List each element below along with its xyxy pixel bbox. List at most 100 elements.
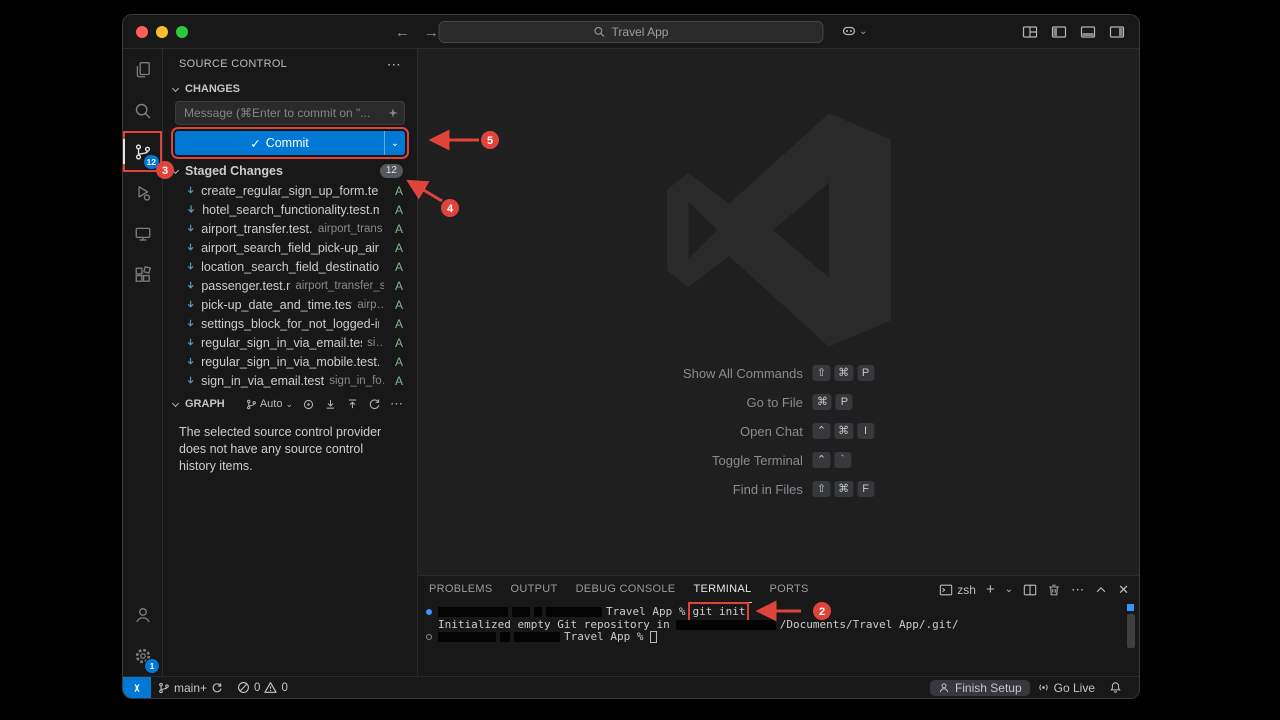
file-row[interactable]: create_regular_sign_up_form.test.md A (163, 181, 417, 200)
tab-debug-console[interactable]: DEBUG CONSOLE (575, 576, 677, 603)
activity-extensions[interactable] (123, 254, 162, 295)
commit-split-button: ✓ Commit ⌄ (175, 131, 405, 155)
new-terminal-icon[interactable]: + (986, 581, 995, 598)
file-row[interactable]: pick-up_date_and_time.test.md airp… A (163, 295, 417, 314)
more-actions-icon[interactable]: ⋯ (1071, 582, 1084, 598)
file-name: airport_transfer.test.md (201, 222, 313, 236)
branch-name: main+ (174, 681, 207, 695)
scrollbar-command-decoration (1127, 604, 1134, 611)
notifications-button[interactable] (1102, 681, 1129, 694)
tab-terminal[interactable]: TERMINAL (692, 576, 752, 603)
commit-button[interactable]: ✓ Commit (175, 131, 384, 155)
branch-status-item[interactable]: main+ (151, 677, 230, 698)
tab-problems[interactable]: PROBLEMS (428, 576, 494, 603)
push-icon[interactable] (346, 398, 359, 411)
activity-settings[interactable]: 1 (123, 635, 162, 676)
redacted-text (500, 632, 510, 642)
goto-current-commit-icon[interactable] (302, 398, 315, 411)
chevron-down-icon (172, 84, 179, 91)
git-status-letter: A (389, 374, 403, 388)
tab-output[interactable]: OUTPUT (510, 576, 559, 603)
toggle-secondary-sidebar-icon[interactable] (1109, 24, 1125, 40)
changes-section-label: CHANGES (185, 83, 240, 95)
maximize-panel-icon[interactable] (1094, 583, 1108, 597)
check-icon: ✓ (250, 136, 260, 151)
file-row[interactable]: settings_block_for_not_logged-in_u… A (163, 314, 417, 333)
forward-icon[interactable]: → (424, 24, 439, 41)
more-actions-icon[interactable]: ⋯ (387, 56, 401, 73)
error-count: 0 (254, 682, 260, 694)
chevron-down-icon: ⌄ (859, 26, 867, 37)
activity-explorer[interactable] (123, 49, 162, 90)
terminal-profile[interactable]: zsh (939, 583, 976, 597)
graph-section-header[interactable]: GRAPH Auto ⌄ (163, 394, 417, 414)
command-center-label: Travel App (612, 25, 669, 39)
file-row[interactable]: location_search_field_destination_l… A (163, 257, 417, 276)
more-actions-icon[interactable]: ⋯ (390, 396, 403, 412)
sparkle-icon[interactable] (387, 107, 399, 119)
copilot-menu[interactable]: ⌄ (841, 23, 867, 39)
file-row[interactable]: sign_in_via_email.test.md sign_in_fo… A (163, 371, 417, 390)
activity-remote-explorer[interactable] (123, 213, 162, 254)
close-panel-icon[interactable]: ✕ (1118, 582, 1129, 598)
graph-repo-picker[interactable]: Auto ⌄ (246, 398, 293, 410)
remote-indicator[interactable] (123, 677, 151, 698)
main-column: Show All Commands ⇧ ⌘ P Go to File ⌘ P O… (418, 49, 1139, 676)
git-status-letter: A (389, 355, 403, 369)
shortcut-keys: ⇧ ⌘ P (813, 365, 874, 381)
shortcut-label: Toggle Terminal (712, 453, 803, 468)
terminal-content[interactable]: Travel App % git init Initialized empty … (418, 603, 1139, 644)
commit-button-label: Commit (266, 136, 309, 150)
activity-accounts[interactable] (123, 594, 162, 635)
toggle-panel-icon[interactable] (1080, 24, 1096, 40)
file-row[interactable]: passenger.test.md airport_transfer_s… A (163, 276, 417, 295)
refresh-icon[interactable] (368, 398, 381, 411)
file-name: airport_search_field_pick-up_airpor… (201, 241, 379, 255)
window-controls (136, 26, 188, 38)
branch-icon (246, 399, 257, 410)
chevron-down-icon (172, 166, 179, 173)
activity-run-debug[interactable] (123, 172, 162, 213)
changes-section-header[interactable]: CHANGES (163, 79, 417, 99)
command-center-search[interactable]: Travel App (439, 21, 824, 43)
fetch-icon[interactable] (324, 398, 337, 411)
copilot-icon (841, 23, 857, 39)
file-row[interactable]: airport_transfer.test.md airport_trans… … (163, 219, 417, 238)
shortcut-label: Show All Commands (683, 366, 803, 381)
file-row[interactable]: regular_sign_in_via_email.test.md si… A (163, 333, 417, 352)
file-name: regular_sign_in_via_mobile.test.md… (201, 355, 379, 369)
git-status-letter: A (389, 241, 403, 255)
close-window-button[interactable] (136, 26, 148, 38)
tab-ports[interactable]: PORTS (768, 576, 809, 603)
bell-icon (1109, 681, 1122, 694)
split-terminal-icon[interactable] (1023, 583, 1037, 597)
finish-setup-button[interactable]: Finish Setup (930, 680, 1030, 696)
file-row[interactable]: regular_sign_in_via_mobile.test.md… A (163, 352, 417, 371)
back-icon[interactable]: ← (395, 24, 410, 41)
activity-source-control[interactable]: 12 (123, 131, 162, 172)
activity-search[interactable] (123, 90, 162, 131)
shortcut-label: Go to File (747, 395, 803, 410)
file-row[interactable]: hotel_search_functionality.test.md A (163, 200, 417, 219)
commit-message-input[interactable] (175, 101, 405, 125)
key-chip: ` (834, 452, 851, 468)
git-status-letter: A (389, 317, 403, 331)
minimize-window-button[interactable] (156, 26, 168, 38)
go-live-button[interactable]: Go Live (1030, 681, 1102, 695)
chevron-down-icon: ⌄ (391, 138, 399, 149)
trash-icon[interactable] (1047, 583, 1061, 597)
staged-changes-header[interactable]: Staged Changes 12 (163, 161, 417, 181)
toggle-primary-sidebar-icon[interactable] (1051, 24, 1067, 40)
file-row[interactable]: airport_search_field_pick-up_airpor… A (163, 238, 417, 257)
terminal-scrollbar[interactable] (1127, 614, 1135, 648)
branch-icon (158, 682, 170, 694)
file-name: regular_sign_in_via_email.test.md (201, 336, 362, 350)
problems-status-item[interactable]: 0 0 (230, 677, 295, 698)
commit-dropdown-button[interactable]: ⌄ (384, 131, 405, 155)
customize-layout-icon[interactable] (1022, 24, 1038, 40)
chevron-down-icon[interactable]: ⌄ (1005, 584, 1013, 595)
redacted-text (534, 607, 542, 617)
panel-tabs: PROBLEMS OUTPUT DEBUG CONSOLE TERMINAL P… (428, 576, 810, 603)
file-path: si… (367, 337, 384, 349)
zoom-window-button[interactable] (176, 26, 188, 38)
